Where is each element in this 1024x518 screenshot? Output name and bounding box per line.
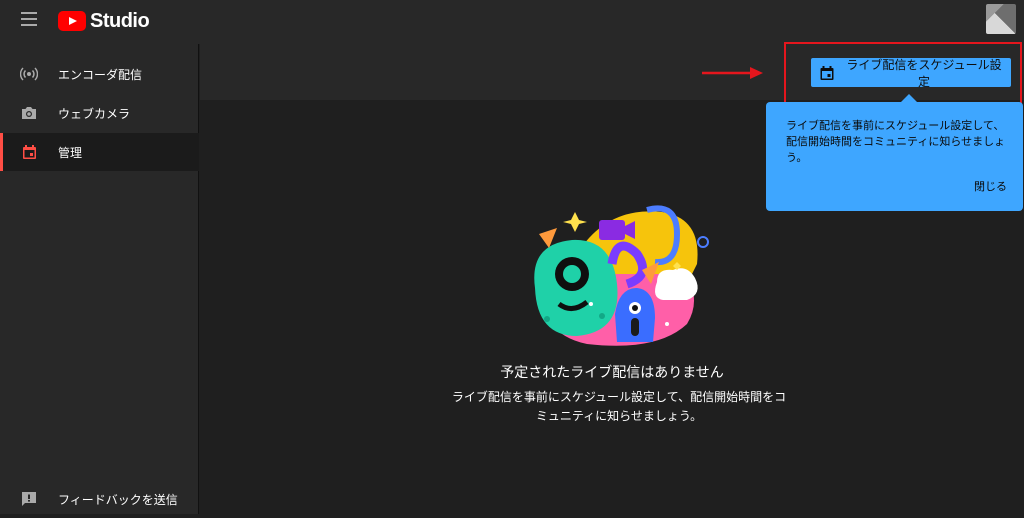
feedback-icon bbox=[20, 490, 38, 508]
sidebar-item-encoder[interactable]: エンコーダ配信 bbox=[0, 55, 199, 93]
sidebar-item-label: 管理 bbox=[58, 145, 83, 160]
empty-state-title: 予定されたライブ配信はありません bbox=[500, 365, 724, 381]
sidebar-item-feedback[interactable]: フィードバックを送信 bbox=[0, 480, 199, 518]
empty-state-illustration bbox=[534, 205, 709, 346]
menu-icon[interactable] bbox=[21, 12, 37, 26]
sidebar-item-manage[interactable]: 管理 bbox=[0, 133, 199, 171]
avatar[interactable] bbox=[986, 4, 1016, 34]
sidebar-item-label: ウェブカメラ bbox=[58, 106, 131, 121]
sidebar: エンコーダ配信 ウェブカメラ 管理 フィードバックを送信 bbox=[0, 44, 199, 514]
calendar-icon bbox=[20, 143, 38, 161]
youtube-play-icon bbox=[58, 11, 86, 31]
tooltip-text: ライブ配信を事前にスケジュール設定して、配信開始時間をコミュニティに知らせましょ… bbox=[786, 119, 1006, 164]
sidebar-item-label: フィードバックを送信 bbox=[58, 492, 178, 507]
sidebar-item-webcam[interactable]: ウェブカメラ bbox=[0, 94, 199, 132]
camera-icon bbox=[20, 104, 38, 122]
sidebar-item-label: エンコーダ配信 bbox=[58, 67, 143, 82]
top-bar: Studio bbox=[0, 0, 1024, 44]
tooltip-close-button[interactable]: 閉じる bbox=[974, 178, 1007, 194]
arrow-icon bbox=[702, 67, 763, 79]
empty-state-description: ライブ配信を事前にスケジュール設定して、配信開始時間をコミュニティに知らせましょ… bbox=[451, 390, 787, 423]
schedule-tooltip: ライブ配信を事前にスケジュール設定して、配信開始時間をコミュニティに知らせましょ… bbox=[766, 94, 1023, 211]
broadcast-icon bbox=[20, 65, 38, 83]
logo-text: Studio bbox=[90, 9, 150, 32]
studio-logo[interactable]: Studio bbox=[58, 9, 150, 32]
